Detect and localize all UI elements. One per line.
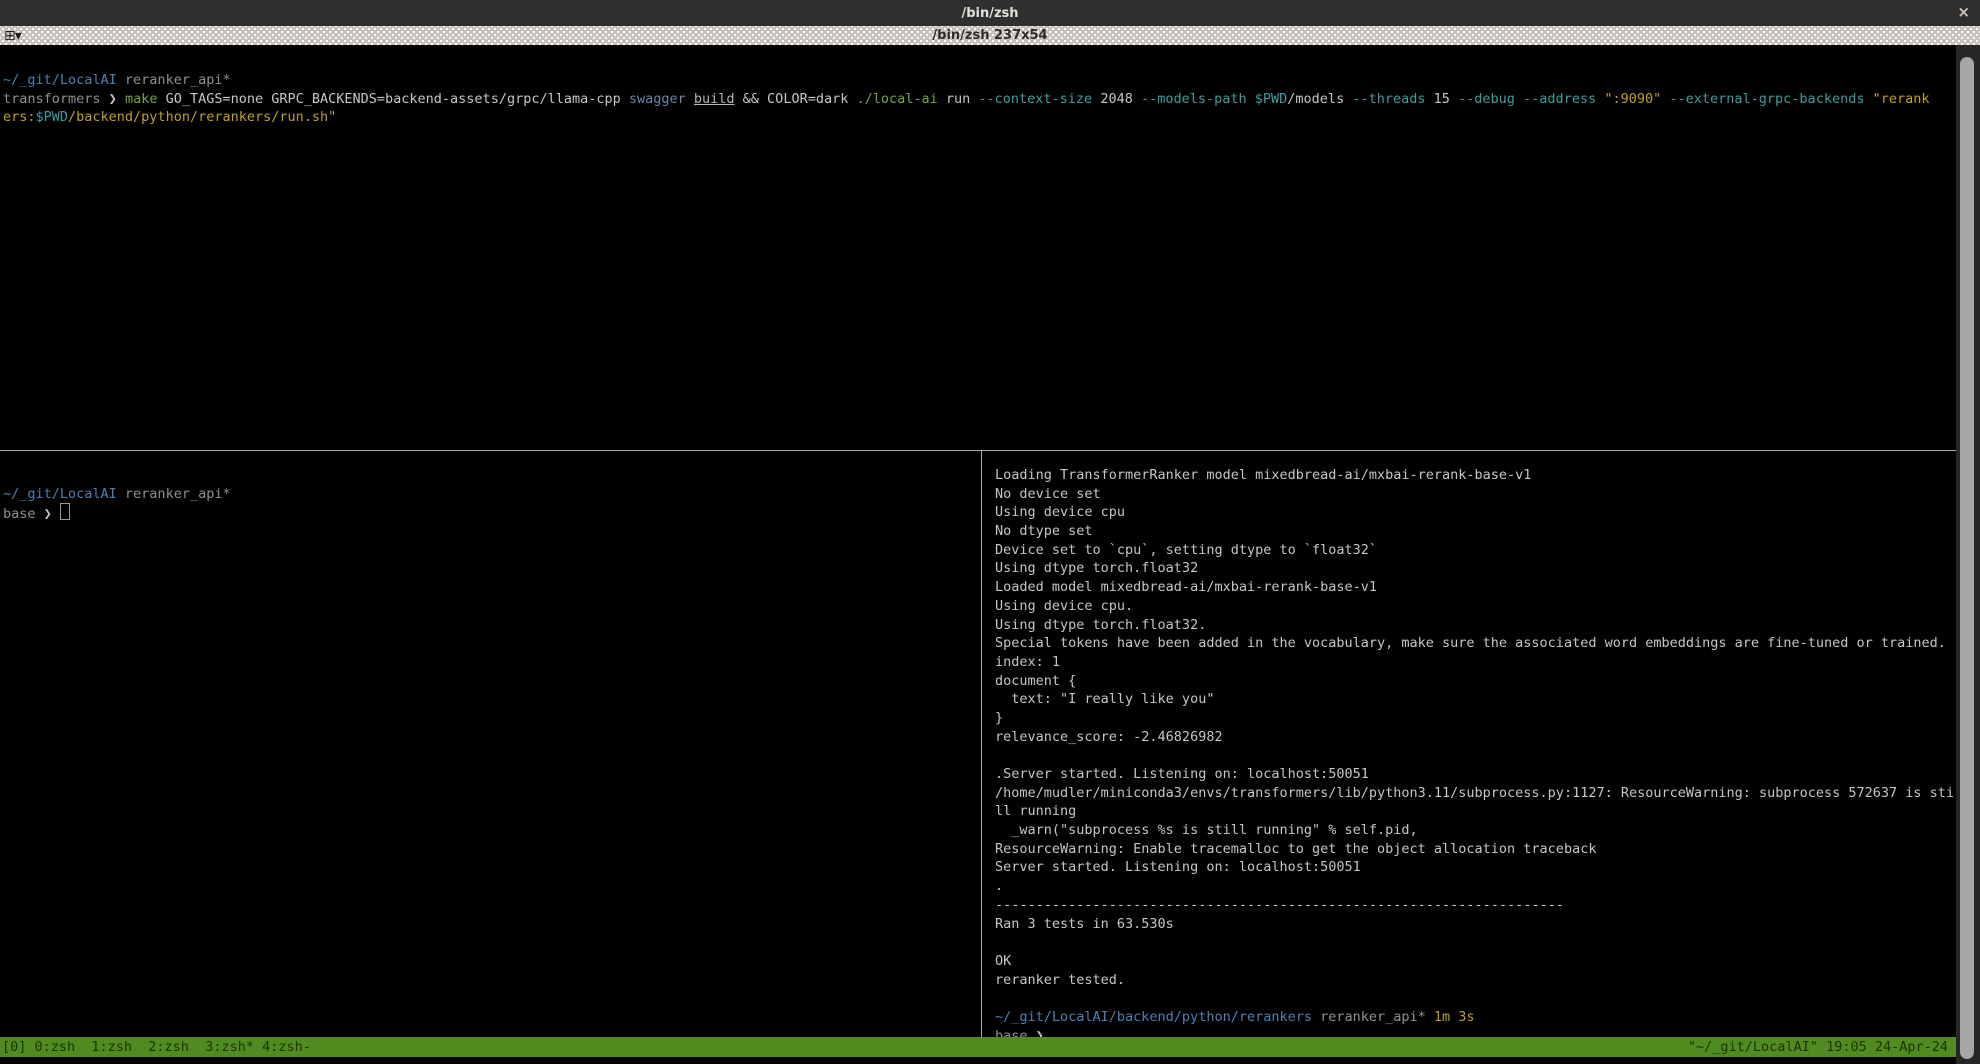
terminal-line: Using dtype torch.float32 (995, 559, 1962, 578)
terminal-line: ers:$PWD/backend/python/rerankers/run.sh… (3, 108, 1953, 127)
terminal-line: Using device cpu (995, 503, 1962, 522)
terminal-line: _warn("subprocess %s is still running" %… (995, 821, 1962, 840)
terminal-line: Special tokens have been added in the vo… (995, 634, 1962, 653)
terminal-line: /home/mudler/miniconda3/envs/transformer… (995, 784, 1962, 803)
terminal-line: ~/_git/LocalAI/backend/python/rerankers … (995, 1008, 1962, 1027)
terminal-line: Using device cpu. (995, 597, 1962, 616)
terminal-line: ~/_git/LocalAI reranker_api* (3, 71, 1953, 90)
terminal-line: Loading TransformerRanker model mixedbre… (995, 466, 1962, 485)
terminal-line: Loaded model mixedbread-ai/mxbai-rerank-… (995, 578, 1962, 597)
terminal-line: relevance_score: -2.46826982 (995, 728, 1962, 747)
terminal-line: ----------------------------------------… (995, 896, 1962, 915)
terminal-line: Ran 3 tests in 63.530s (995, 915, 1962, 934)
pane-top-terminal[interactable]: ~/_git/LocalAI reranker_api*transformers… (0, 45, 1953, 475)
terminal-line: index: 1 (995, 653, 1962, 672)
terminal-line (995, 933, 1962, 952)
terminal-line: reranker tested. (995, 971, 1962, 990)
terminal-line (995, 746, 1962, 765)
terminal-line (995, 989, 1962, 1008)
terminal-line: text: "I really like you" (995, 690, 1962, 709)
terminal-line: No dtype set (995, 522, 1962, 541)
tmux-status-bar: [0] 0:zsh 1:zsh 2:zsh 3:zsh* 4:zsh- "~/_… (0, 1037, 1956, 1057)
terminal-line: Using dtype torch.float32. (995, 616, 1962, 635)
terminal-line: .Server started. Listening on: localhost… (995, 765, 1962, 784)
pane-divider-vertical[interactable] (981, 451, 982, 1038)
terminal-line: transformers ❯ make GO_TAGS=none GRPC_BA… (3, 90, 1953, 109)
terminal-line: ResourceWarning: Enable tracemalloc to g… (995, 840, 1962, 859)
cursor (60, 503, 70, 520)
terminal-line: . (995, 877, 1962, 896)
terminal-size-label: /bin/zsh 237x54 (932, 28, 1047, 43)
terminal-size-bar: ⊞▾ /bin/zsh 237x54 (0, 26, 1980, 45)
terminal-line: } (995, 709, 1962, 728)
grid-icon: ⊞ (4, 28, 15, 44)
terminal-line: ~/_git/LocalAI reranker_api* (3, 485, 984, 504)
chevron-down-icon: ▾ (15, 28, 21, 44)
scrollbar-thumb[interactable] (1960, 57, 1974, 1059)
terminal-line: ll running (995, 802, 1962, 821)
terminal-line: document { (995, 672, 1962, 691)
terminal-line: No device set (995, 485, 1962, 504)
terminal-line: Device set to `cpu`, setting dtype to `f… (995, 541, 1962, 560)
window-layout-icon[interactable]: ⊞▾ (4, 26, 21, 45)
close-icon[interactable]: × (1957, 3, 1970, 21)
terminal-line: OK (995, 952, 1962, 971)
window-titlebar[interactable]: /bin/zsh × (0, 0, 1980, 26)
tmux-window-list[interactable]: [0] 0:zsh 1:zsh 2:zsh 3:zsh* 4:zsh- (0, 1037, 311, 1057)
terminal-line: Server started. Listening on: localhost:… (995, 858, 1962, 877)
pane-bottom-left-terminal[interactable]: ~/_git/LocalAI reranker_api*base ❯ (0, 451, 984, 1052)
terminal-line (3, 466, 984, 485)
scrollbar-track[interactable] (1956, 45, 1980, 1064)
terminal-line: base ❯ (3, 503, 984, 522)
window-title: /bin/zsh (961, 6, 1018, 21)
tmux-status-right: "~/_git/LocalAI" 19:05 24-Apr-24 (1688, 1037, 1956, 1057)
pane-bottom-right-terminal[interactable]: Loading TransformerRanker model mixedbre… (983, 451, 1962, 1052)
